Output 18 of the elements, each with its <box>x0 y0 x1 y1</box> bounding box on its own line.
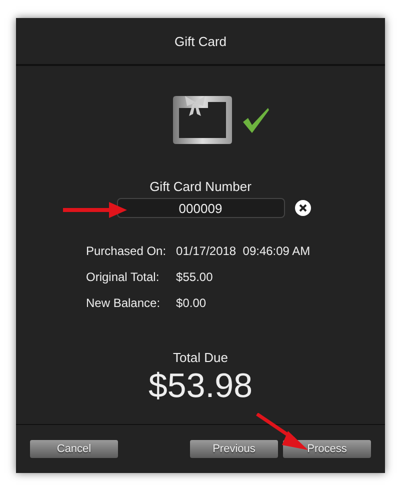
pointer-arrow <box>256 413 308 450</box>
total-due-label: Total Due <box>173 350 228 365</box>
action-button[interactable]: Cancel <box>29 439 119 459</box>
clear-icon[interactable] <box>294 200 310 216</box>
field-label: Gift Card Number <box>150 179 252 194</box>
action-button[interactable]: Process <box>282 439 372 459</box>
detail-value: $55.00 <box>176 270 214 284</box>
window-title: Gift Card <box>174 34 226 48</box>
gift-card-number-field[interactable]: 000009 <box>116 198 284 218</box>
detail-label: New Balance: <box>86 296 162 310</box>
action-button[interactable]: Previous <box>189 439 279 459</box>
pointer-arrow <box>63 202 127 218</box>
detail-value: 01/17/2018 09:46:09 AM <box>176 244 310 258</box>
detail-label: Purchased On: <box>86 244 166 258</box>
gift-card-icon <box>172 94 232 146</box>
detail-value: $0.00 <box>176 296 208 310</box>
detail-label: Original Total: <box>86 270 160 284</box>
total-due-amount: $53.98 <box>148 367 252 406</box>
